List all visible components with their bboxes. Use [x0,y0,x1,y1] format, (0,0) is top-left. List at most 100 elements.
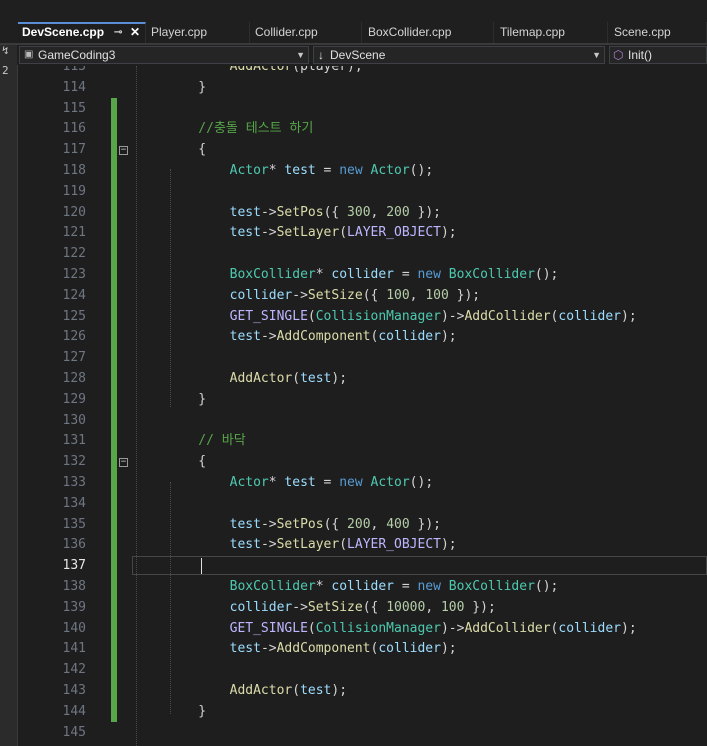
code-token: , [370,517,387,532]
code-token: ({ [323,205,348,220]
line-number: 115 [62,101,86,116]
code-line: { [167,451,206,472]
line-number: 120 [62,205,86,220]
code-token: LAYER_OBJECT [347,225,441,240]
pin-icon[interactable]: ⊸ [114,24,122,41]
code-token: 200 [347,517,371,532]
code-token: GET_SINGLE [229,309,308,324]
code-token: SetSize [307,288,363,303]
member-dropdown[interactable]: ⬡ Init() [609,46,707,64]
code-token: -> [260,329,277,344]
line-number: 132 [62,454,86,469]
code-editor[interactable]: 113 AddActor(player); 114 } 115 116 //충돌 테스… [18,66,707,746]
line-number: 125 [62,309,86,324]
code-line: } [167,77,206,98]
tab-player[interactable]: Player.cpp [147,22,250,43]
method-cube-icon: ⬡ [613,48,624,62]
code-line: // 바닥 [167,430,246,451]
code-line: collider->SetSize({ 100, 100 }); [167,285,481,306]
code-token: 100 [425,288,449,303]
code-token: collider [331,267,394,282]
code-token: // 바닥 [167,433,246,448]
code-token: collider [229,600,293,615]
code-token: test [229,329,261,344]
code-token: ); [621,309,637,324]
project-dropdown[interactable]: ▣ GameCoding3 ▼ [19,46,309,64]
code-token: ); [621,621,637,636]
line-number: 119 [62,184,86,199]
collapse-block-icon[interactable]: − [119,146,128,155]
code-line: BoxCollider* collider = new BoxCollider(… [167,576,559,597]
code-line: { [167,139,206,160]
tab-label: Collider.cpp [255,25,318,39]
collapse-block-icon[interactable]: − [119,458,128,467]
code-token: BoxCollider [229,267,316,282]
line-number: 126 [62,329,86,344]
code-token: , [409,288,426,303]
line-number: 145 [62,725,86,740]
code-token: test [229,225,261,240]
line-number: 113 [62,66,86,74]
tab-boxcollider[interactable]: BoxCollider.cpp [364,22,494,43]
code-token: * [315,267,332,282]
line-number: 117 [62,142,86,157]
change-tracking-bar [111,98,117,722]
code-token: test [300,683,332,698]
code-token: collider [378,329,441,344]
code-token: (); [409,475,434,490]
line-number: 140 [62,621,86,636]
code-token: = [394,267,418,282]
tab-scene[interactable]: Scene.cpp [610,22,707,43]
close-icon[interactable]: ✕ [130,24,140,41]
code-token: ({ [362,600,387,615]
code-token: , [425,600,441,615]
tab-devscene[interactable]: DevScene.cpp ⊸ ✕ [18,22,146,43]
line-number: 136 [62,537,86,552]
tab-tilemap[interactable]: Tilemap.cpp [496,22,608,43]
code-token: LAYER_OBJECT [347,537,441,552]
text-caret [201,558,202,574]
code-token: collider [558,621,621,636]
code-token: ( [307,621,316,636]
line-number: 139 [62,600,86,615]
code-token: ); [440,537,457,552]
code-token: }); [448,288,481,303]
code-token: SetPos [276,205,324,220]
scope-dropdown[interactable]: ↓ DevScene ▼ [313,46,605,64]
code-token: 300 [347,205,371,220]
code-token: ( [339,537,348,552]
navigation-bar: ▣ GameCoding3 ▼ ↓ DevScene ▼ ⬡ Init() [17,45,707,65]
line-number: 143 [62,683,86,698]
code-token: (); [534,579,559,594]
line-number: 121 [62,225,86,240]
indent-guide [136,66,137,746]
code-line: test->AddComponent(collider); [167,638,457,659]
code-token: ); [331,371,348,386]
tab-label: DevScene.cpp [22,25,105,39]
code-line: test->SetPos({ 300, 200 }); [167,202,441,223]
code-token: ( [339,225,348,240]
code-token: { [167,142,207,157]
tool-window-strip: ⚙ ↯ 2 [0,22,18,746]
code-token: collider [558,309,621,324]
line-number: 128 [62,371,86,386]
code-token: AddComponent [276,641,371,656]
line-number: 118 [62,163,86,178]
tool-icon[interactable]: ↯ [2,44,9,57]
tab-collider[interactable]: Collider.cpp [251,22,362,43]
code-token: } [167,80,207,95]
code-line: test->AddComponent(collider); [167,326,457,347]
code-token: ); [440,225,457,240]
code-token: test [284,475,316,490]
code-token: ({ [323,517,348,532]
line-number: 142 [62,662,86,677]
line-number: 130 [62,413,86,428]
